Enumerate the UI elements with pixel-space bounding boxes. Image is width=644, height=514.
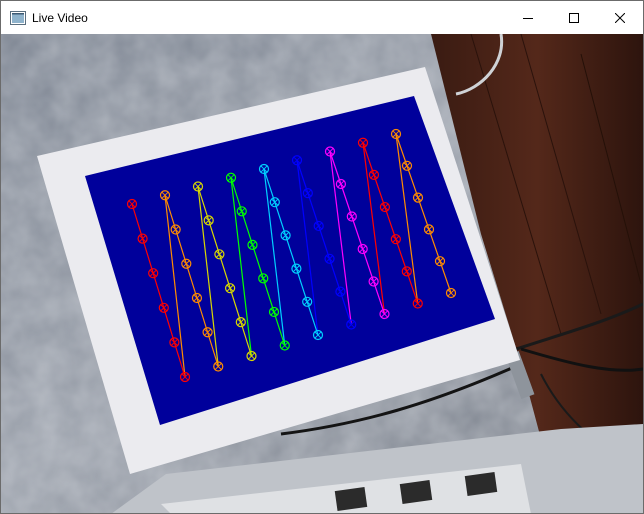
minimize-icon (523, 17, 533, 19)
window-title: Live Video (32, 10, 88, 25)
minimize-button[interactable] (505, 1, 551, 34)
camera-image (1, 34, 643, 513)
close-button[interactable] (597, 1, 643, 34)
close-icon (615, 12, 625, 23)
maximize-icon (569, 12, 579, 23)
live-video-window: Live Video (0, 0, 644, 514)
video-frame (1, 34, 643, 513)
window-controls (505, 1, 643, 34)
maximize-button[interactable] (551, 1, 597, 34)
app-icon (10, 10, 26, 25)
title-bar[interactable]: Live Video (1, 1, 643, 34)
